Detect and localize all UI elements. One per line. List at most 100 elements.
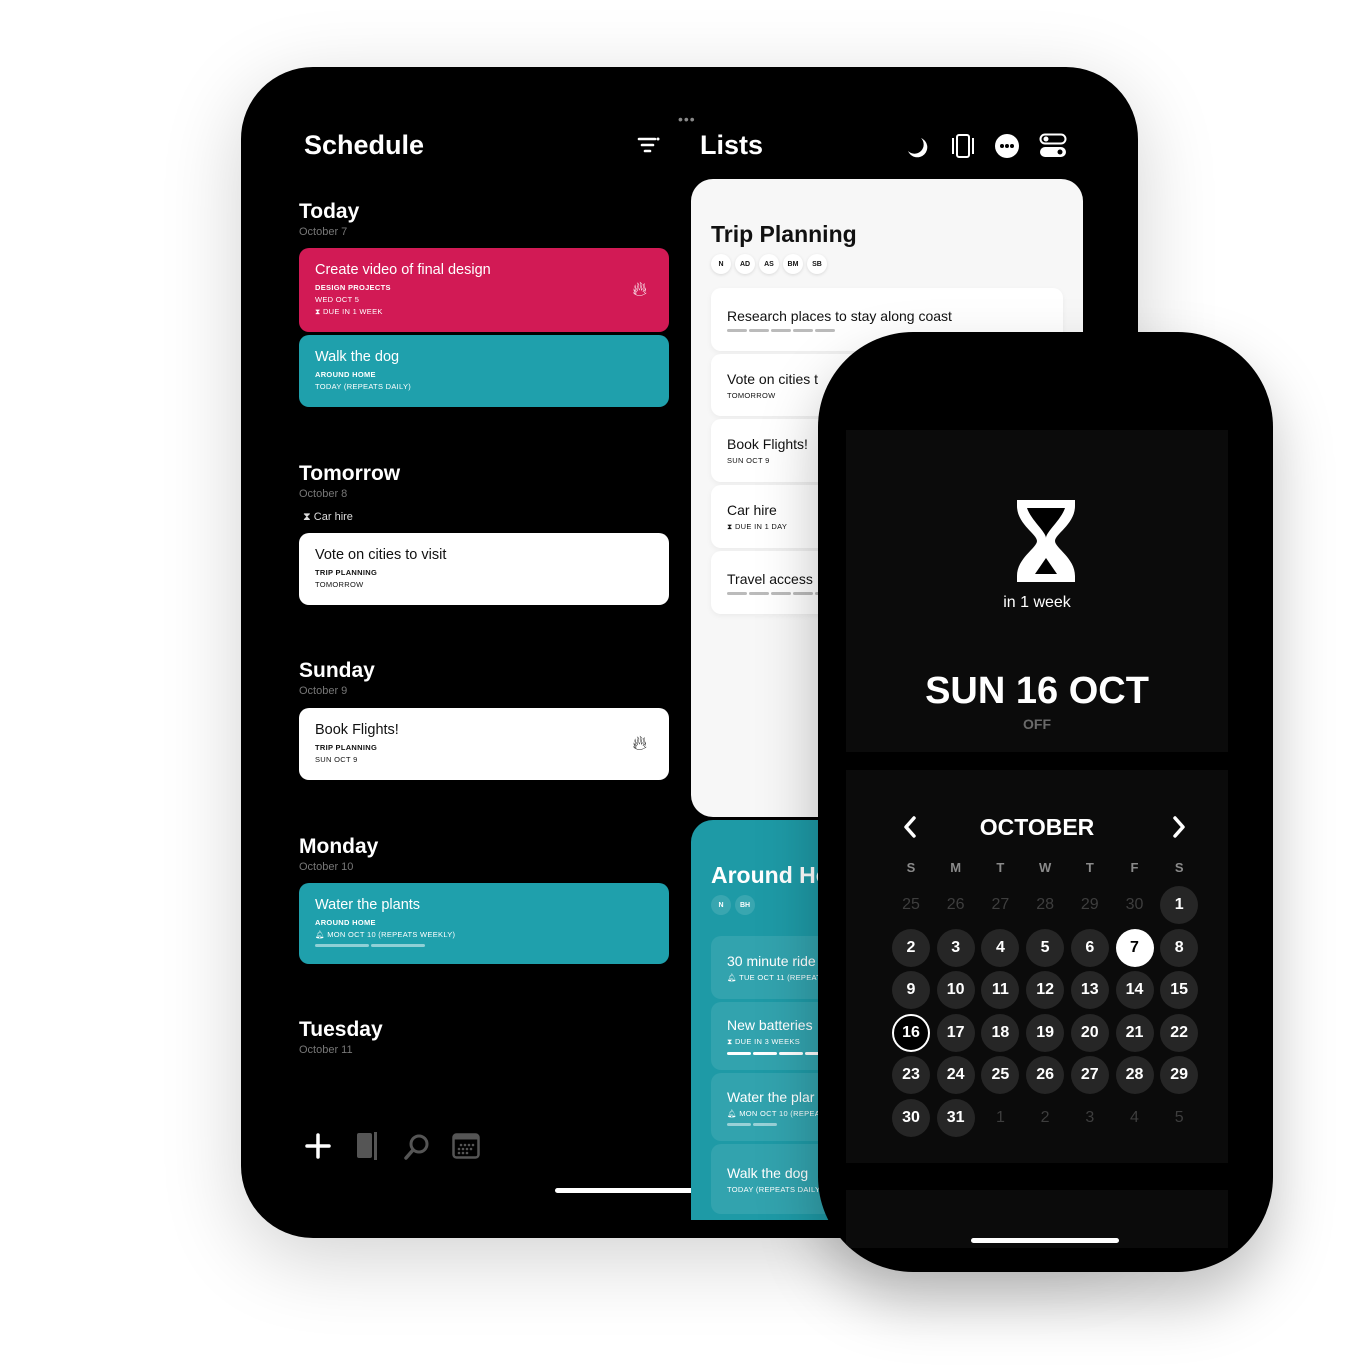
- calendar-day[interactable]: 26: [937, 886, 975, 924]
- due-date-panel: in 1 week SUN 16 OCT OFF: [846, 430, 1228, 752]
- calendar-day[interactable]: 28: [1026, 886, 1064, 924]
- task-card[interactable]: Book Flights! TRIP PLANNING SUN OCT 9 🔥︎: [299, 708, 669, 780]
- lists-title: Lists: [700, 130, 764, 160]
- member-chips: N BH: [711, 895, 755, 915]
- day-header-sunday: Sunday October 9: [299, 659, 375, 697]
- calendar-day[interactable]: 5: [1160, 1099, 1198, 1137]
- hourglass-icon: ⧗: [315, 307, 321, 316]
- selected-date: SUN 16 OCT: [925, 670, 1149, 712]
- calendar-day[interactable]: 4: [981, 928, 1020, 967]
- moon-icon[interactable]: [905, 135, 929, 164]
- list-title: Around Ho: [711, 862, 830, 888]
- calendar-day[interactable]: 6: [1070, 928, 1109, 967]
- calendar-icon[interactable]: [452, 1133, 480, 1164]
- calendar-panel: OCTOBER S M T W T F S 25 26 27 28 29 30 1 2 3 4 5 6 7 8 9 10 11…: [846, 770, 1228, 1163]
- calendar-day[interactable]: 24: [936, 1056, 975, 1095]
- lists-book-icon[interactable]: [356, 1131, 380, 1166]
- calendar-day[interactable]: 20: [1070, 1013, 1109, 1052]
- task-card[interactable]: Walk the dog AROUND HOME TODAY (REPEATS …: [299, 335, 669, 407]
- day-header-today: Today October 7: [299, 200, 360, 238]
- calendar-day[interactable]: 28: [1115, 1056, 1154, 1095]
- member-avatar[interactable]: BH: [735, 895, 755, 915]
- task-card[interactable]: Vote on cities to visit TRIP PLANNING TO…: [299, 533, 669, 605]
- weekday-label: S: [906, 860, 916, 875]
- calendar-day[interactable]: 1: [1160, 886, 1199, 924]
- member-avatar[interactable]: AS: [759, 254, 779, 274]
- due-note[interactable]: ⧗ Car hire: [303, 511, 353, 524]
- phone-device: in 1 week SUN 16 OCT OFF OCTOBER S M T W T F S…: [818, 332, 1273, 1272]
- calendar-day[interactable]: 7: [1115, 928, 1154, 967]
- calendar-day[interactable]: 22: [1160, 1013, 1199, 1052]
- task-card[interactable]: Water the plants AROUND HOME 🔔︎ MON OCT …: [299, 883, 669, 964]
- calendar-day[interactable]: 2: [1026, 1099, 1064, 1137]
- calendar-day[interactable]: 9: [892, 971, 930, 1010]
- filter-icon[interactable]: [637, 135, 661, 160]
- member-avatar[interactable]: SB: [807, 254, 827, 274]
- calendar-day[interactable]: 27: [981, 886, 1019, 924]
- day-header-tomorrow: Tomorrow October 8: [299, 462, 401, 500]
- calendar-day[interactable]: 30: [1116, 886, 1154, 924]
- weekday-label: T: [996, 860, 1005, 875]
- calendar-day[interactable]: 27: [1070, 1056, 1109, 1095]
- bell-icon: 🔔︎: [315, 930, 325, 939]
- calendar-day[interactable]: 29: [1071, 886, 1109, 924]
- weekday-label: S: [1174, 860, 1184, 875]
- calendar-day[interactable]: 31: [936, 1099, 975, 1137]
- weekday-label: T: [1085, 860, 1094, 875]
- member-avatar[interactable]: AD: [735, 254, 755, 274]
- search-icon[interactable]: [403, 1133, 431, 1166]
- chevron-right-icon[interactable]: [1172, 816, 1186, 843]
- calendar-day[interactable]: 11: [981, 971, 1020, 1010]
- schedule-title: Schedule: [304, 130, 425, 160]
- multitask-dots-icon[interactable]: •••: [678, 111, 696, 127]
- status-label[interactable]: OFF: [846, 716, 1228, 732]
- toggle-settings-icon[interactable]: [1039, 133, 1067, 164]
- flame-icon: 🔥︎: [632, 278, 647, 301]
- calendar-day[interactable]: 26: [1026, 1056, 1065, 1095]
- calendar-day[interactable]: 12: [1026, 971, 1065, 1010]
- task-card[interactable]: Create video of final design DESIGN PROJ…: [299, 248, 669, 332]
- calendar-day[interactable]: 16: [892, 1013, 930, 1052]
- home-indicator: [971, 1238, 1119, 1243]
- list-title: Trip Planning: [711, 221, 857, 247]
- month-label: OCTOBER: [979, 814, 1095, 840]
- calendar-day[interactable]: 13: [1070, 971, 1109, 1010]
- hourglass-icon: ⧗: [727, 521, 733, 531]
- hourglass-icon: ⧗: [727, 1037, 733, 1046]
- calendar-day[interactable]: 17: [936, 1013, 975, 1052]
- calendar-day[interactable]: 19: [1026, 1013, 1065, 1052]
- calendar-day[interactable]: 15: [1160, 971, 1199, 1010]
- calendar-day[interactable]: 10: [936, 971, 975, 1010]
- calendar-day[interactable]: 2: [892, 928, 930, 967]
- member-chips: N AD AS BM SB: [711, 254, 827, 274]
- calendar-day[interactable]: 3: [1071, 1099, 1109, 1137]
- calendar-day[interactable]: 29: [1160, 1056, 1199, 1095]
- add-icon[interactable]: [305, 1133, 331, 1164]
- calendar-day[interactable]: 18: [981, 1013, 1020, 1052]
- calendar-day[interactable]: 1: [981, 1099, 1019, 1137]
- calendar-day[interactable]: 3: [936, 928, 975, 967]
- calendar-day[interactable]: 14: [1115, 971, 1154, 1010]
- day-header-tuesday: Tuesday October 11: [299, 1018, 383, 1056]
- weekday-label: F: [1130, 860, 1139, 875]
- calendar-day[interactable]: 25: [981, 1056, 1020, 1095]
- member-avatar[interactable]: N: [711, 254, 731, 274]
- more-icon[interactable]: [994, 133, 1020, 164]
- layout-columns-icon[interactable]: [951, 133, 975, 164]
- weekday-label: W: [1038, 860, 1052, 875]
- hourglass-icon: ⧗: [303, 511, 311, 523]
- home-indicator: [555, 1188, 695, 1193]
- calendar-day[interactable]: 23: [892, 1056, 930, 1095]
- member-avatar[interactable]: N: [711, 895, 731, 915]
- flame-icon: 🔥︎: [632, 732, 647, 755]
- bell-icon: 🔔︎: [727, 973, 737, 982]
- calendar-day[interactable]: 30: [892, 1099, 930, 1137]
- calendar-day[interactable]: 5: [1026, 928, 1065, 967]
- calendar-day[interactable]: 25: [892, 886, 930, 924]
- hourglass-icon: [1015, 498, 1077, 589]
- calendar-day[interactable]: 21: [1115, 1013, 1154, 1052]
- member-avatar[interactable]: BM: [783, 254, 803, 274]
- bell-icon: 🔔︎: [727, 1108, 737, 1118]
- calendar-day[interactable]: 4: [1116, 1099, 1154, 1137]
- calendar-day[interactable]: 8: [1160, 928, 1199, 967]
